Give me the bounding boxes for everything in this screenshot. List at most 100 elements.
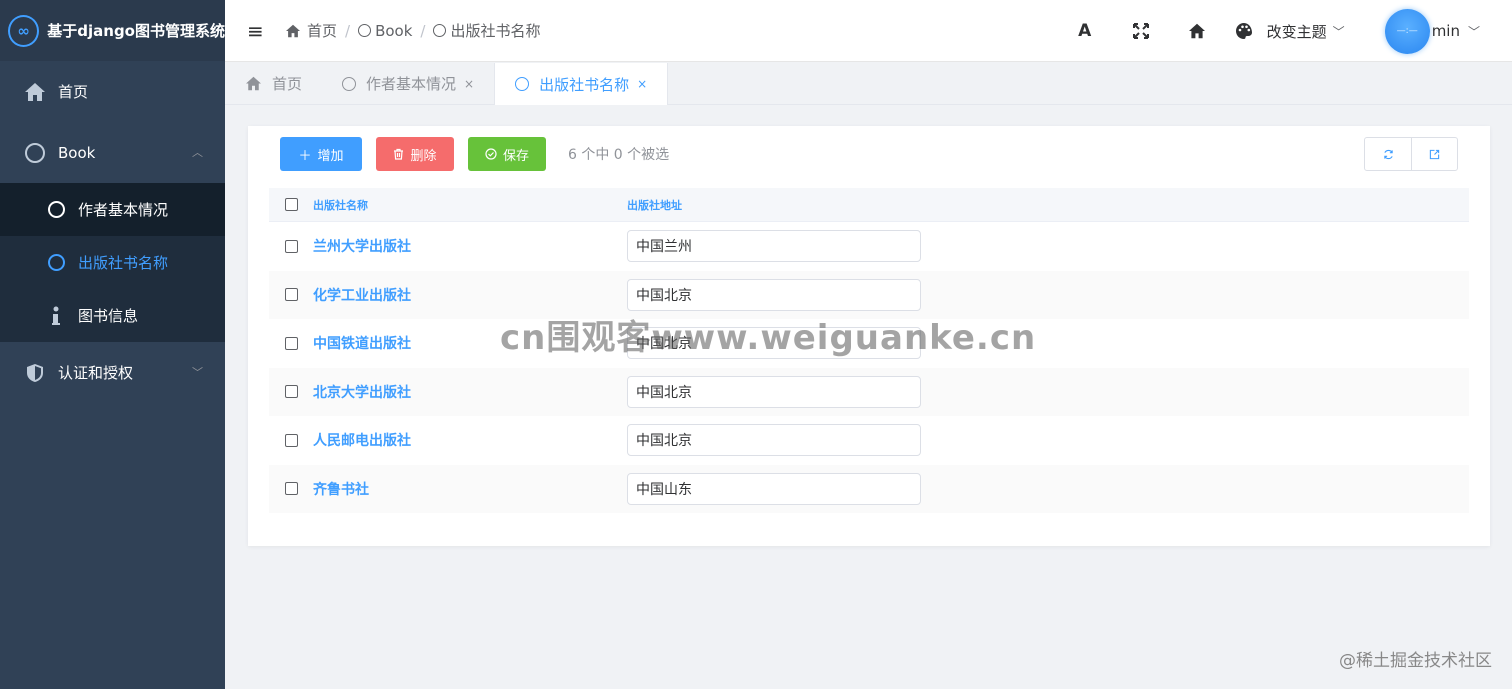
- chevron-down-icon[interactable]: ﹀: [1468, 23, 1480, 40]
- sidebar-item-home[interactable]: 首页: [0, 61, 225, 122]
- row-checkbox[interactable]: [284, 433, 298, 447]
- sidebar-item-auth[interactable]: 认证和授权 ﹀: [0, 342, 225, 403]
- column-header-address[interactable]: 出版社地址: [627, 197, 682, 213]
- sidebar-item-book-info[interactable]: 图书信息: [0, 289, 225, 342]
- breadcrumb-separator: /: [420, 21, 426, 40]
- circle-icon: [515, 77, 530, 91]
- circle-icon: [342, 76, 357, 91]
- home-icon[interactable]: [1169, 23, 1225, 39]
- column-header-name[interactable]: 出版社名称: [313, 197, 627, 213]
- close-icon[interactable]: ×: [464, 77, 474, 91]
- selection-count: 6 个中 0 个被选: [568, 147, 670, 163]
- table-tools: [1364, 137, 1458, 171]
- add-button-label: 增加: [317, 148, 344, 164]
- tag-label: 出版社书名称: [539, 75, 630, 94]
- sidebar-item-author[interactable]: 作者基本情况: [0, 183, 225, 236]
- table-header: 出版社名称 出版社地址: [269, 188, 1469, 222]
- user-name[interactable]: min: [1432, 22, 1460, 40]
- theme-label: 改变主题: [1266, 22, 1327, 41]
- address-input[interactable]: 中国北京: [627, 375, 921, 408]
- home-icon: [286, 24, 300, 37]
- save-button[interactable]: 保存: [468, 137, 546, 171]
- row-checkbox[interactable]: [284, 482, 298, 496]
- table-row: 北京大学出版社 中国北京: [269, 367, 1469, 416]
- address-input[interactable]: 中国山东: [627, 472, 921, 505]
- watermark-text: cn围观客www.weiguanke.cn: [500, 318, 1037, 358]
- breadcrumb-label: 出版社书名称: [450, 22, 541, 40]
- circle-icon: [358, 24, 372, 37]
- plus-icon: ＋: [298, 148, 312, 164]
- table-row: 兰州大学出版社 中国兰州: [269, 222, 1469, 271]
- tags-bar: 首页 作者基本情况 × 出版社书名称 ×: [225, 63, 1512, 105]
- row-checkbox[interactable]: [284, 239, 298, 253]
- publisher-name-link[interactable]: 化学工业出版社: [313, 285, 627, 305]
- palette-icon: [1235, 23, 1252, 39]
- delete-button[interactable]: 删除: [376, 137, 454, 171]
- row-checkbox[interactable]: [284, 385, 298, 399]
- address-input[interactable]: 中国兰州: [627, 230, 921, 263]
- export-button[interactable]: [1411, 138, 1457, 170]
- delete-button-label: 删除: [410, 148, 437, 164]
- export-icon: [1429, 149, 1440, 159]
- footer-watermark: @稀土掘金技术社区: [1339, 651, 1492, 671]
- home-icon: [246, 76, 261, 91]
- save-button-label: 保存: [502, 148, 529, 164]
- fullscreen-icon[interactable]: [1113, 23, 1169, 39]
- publisher-name-link[interactable]: 兰州大学出版社: [313, 236, 627, 256]
- breadcrumb-label: 首页: [307, 22, 338, 40]
- breadcrumb-item-book[interactable]: Book: [358, 22, 412, 40]
- avatar[interactable]: —:—: [1384, 8, 1430, 54]
- breadcrumb-separator: /: [345, 21, 351, 40]
- chevron-down-icon: ﹀: [1332, 24, 1345, 39]
- sidebar-item-label: 出版社书名称: [78, 254, 169, 272]
- row-checkbox[interactable]: [284, 336, 298, 350]
- publisher-name-link[interactable]: 北京大学出版社: [313, 382, 627, 402]
- table-row: 齐鲁书社 中国山东: [269, 464, 1469, 513]
- chevron-down-icon: ﹀: [192, 366, 203, 379]
- breadcrumb-label: Book: [375, 21, 413, 40]
- tag-author[interactable]: 作者基本情况 ×: [322, 63, 494, 104]
- address-input[interactable]: 中国北京: [627, 424, 921, 457]
- check-circle-icon: [485, 148, 497, 160]
- table-row: 人民邮电出版社 中国北京: [269, 416, 1469, 465]
- info-icon: [46, 306, 66, 326]
- sidebar-item-label: 作者基本情况: [78, 201, 169, 219]
- theme-dropdown[interactable]: 改变主题 ﹀: [1235, 21, 1345, 42]
- sidebar-item-publisher[interactable]: 出版社书名称: [0, 236, 225, 289]
- tag-label: 首页: [272, 75, 303, 93]
- tag-label: 作者基本情况: [366, 75, 457, 93]
- publisher-name-link[interactable]: 齐鲁书社: [313, 479, 627, 499]
- refresh-icon: [1383, 149, 1393, 159]
- header-actions: A 改变主题 ﹀ —:— min ﹀: [1057, 0, 1512, 62]
- close-icon[interactable]: ×: [637, 77, 647, 91]
- sidebar-item-book[interactable]: Book ︿: [0, 122, 225, 183]
- sidebar-item-label: 首页: [58, 83, 89, 101]
- tag-publisher[interactable]: 出版社书名称 ×: [494, 63, 669, 105]
- circle-icon: [46, 253, 66, 273]
- app-title: 基于django图书管理系统: [47, 22, 225, 40]
- font-size-icon[interactable]: A: [1057, 21, 1113, 41]
- circle-icon: [24, 142, 46, 164]
- top-header: ≡ 首页 / Book / 出版社书名称 A 改变主题 ﹀ —:— min ﹀: [225, 0, 1512, 62]
- circle-icon: [433, 24, 447, 37]
- breadcrumb-item-publisher: 出版社书名称: [433, 20, 541, 41]
- shield-icon: [24, 362, 46, 384]
- sidebar-item-label: 图书信息: [78, 307, 139, 325]
- add-button[interactable]: ＋ 增加: [280, 137, 362, 171]
- toolbar: ＋ 增加 删除 保存 6 个中 0 个被选: [280, 137, 669, 171]
- refresh-button[interactable]: [1365, 138, 1411, 170]
- breadcrumb-item-home[interactable]: 首页: [285, 20, 337, 41]
- address-input[interactable]: 中国北京: [627, 278, 921, 311]
- infinity-logo-icon: ∞: [8, 14, 40, 47]
- sidebar-item-label: Book: [58, 143, 96, 162]
- tag-home[interactable]: 首页: [225, 63, 322, 104]
- app-logo[interactable]: ∞ 基于django图书管理系统: [0, 0, 225, 61]
- trash-icon: [394, 148, 404, 160]
- row-checkbox[interactable]: [284, 288, 298, 302]
- home-icon: [24, 81, 46, 103]
- hamburger-icon[interactable]: ≡: [247, 19, 265, 43]
- circle-icon: [46, 200, 66, 220]
- select-all-checkbox[interactable]: [284, 198, 298, 211]
- sidebar: ∞ 基于django图书管理系统 首页 Book ︿ 作者基本情况 出版社书名称…: [0, 0, 225, 689]
- publisher-name-link[interactable]: 人民邮电出版社: [313, 430, 627, 450]
